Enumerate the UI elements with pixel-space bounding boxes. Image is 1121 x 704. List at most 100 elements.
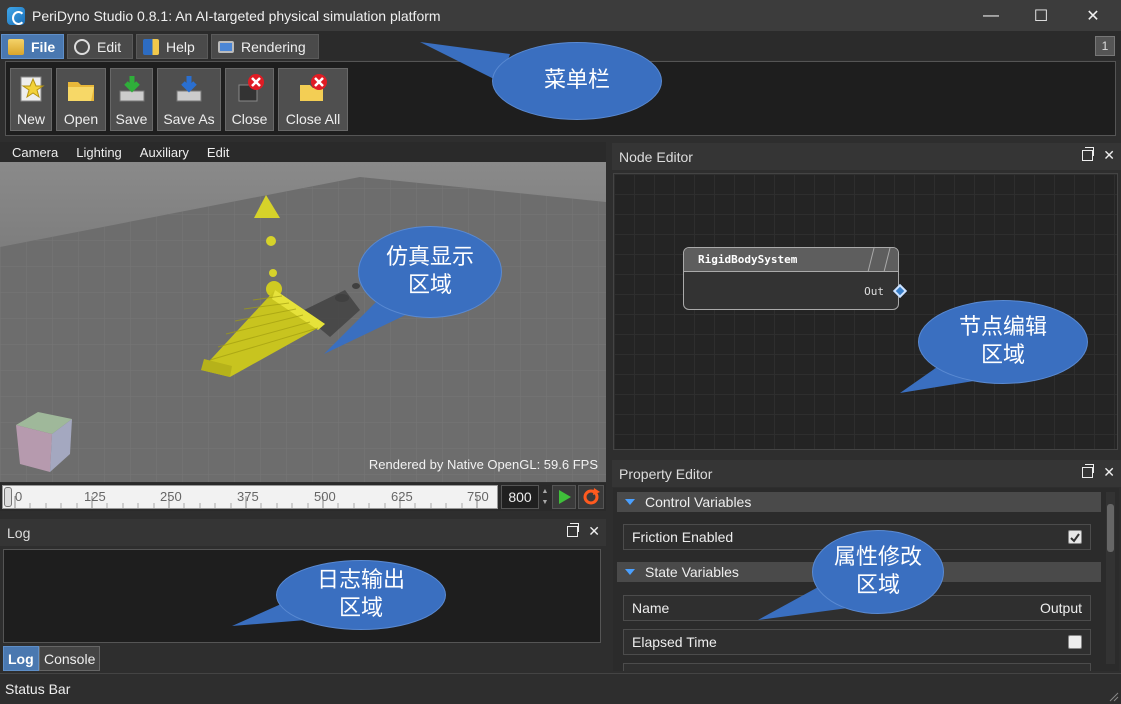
new-button-label: New [16,111,45,127]
node-header: RigidBodySystem [684,248,898,272]
scene-render [0,162,606,482]
book-icon [143,38,159,55]
folder-icon [8,38,24,55]
float-icon[interactable] [1082,147,1095,161]
close-scene-icon [238,74,264,102]
frame-spinner[interactable]: ▲ ▼ [540,486,550,508]
callout-label: 节点编辑 区域 [918,300,1088,384]
property-elapsed-time: Elapsed Time [623,629,1091,655]
callout-property-editor: 属性修改 区域 [756,530,946,622]
tick-label: 625 [391,489,413,504]
app-window: PeriDyno Studio 0.8.1: An AI-targeted ph… [0,0,1121,704]
collapse-arrow-icon [625,499,635,505]
viewport-menu-edit[interactable]: Edit [207,145,229,160]
scroll-thumb[interactable] [1107,504,1114,552]
tab-file-label: File [31,38,56,55]
reset-button[interactable] [578,485,604,509]
rigid-body-system-node[interactable]: RigidBodySystem Out [683,247,908,310]
tab-file[interactable]: File [1,34,64,59]
sphere-object-1 [266,236,276,246]
output-port[interactable] [892,283,908,299]
check-icon [1070,533,1080,543]
tick-label: 250 [160,489,182,504]
total-frames-input[interactable]: 800 [501,485,539,509]
section-label: State Variables [645,564,739,580]
property-label: Name [632,600,670,616]
property-editor-title: Property Editor [619,465,713,482]
close-panel-icon[interactable]: ✕ [1103,464,1115,481]
sphere-object-2 [269,269,277,277]
simulation-viewport[interactable]: Rendered by Native OpenGL: 59.6 FPS [0,162,606,482]
open-folder-icon [68,82,94,101]
friction-enabled-checkbox[interactable] [1068,530,1082,544]
viewport-menu-lighting[interactable]: Lighting [76,145,122,160]
node-editor-title: Node Editor [619,148,693,165]
float-icon[interactable] [567,523,580,537]
save-button[interactable]: Save [110,68,153,131]
close-panel-icon[interactable]: ✕ [1103,147,1115,164]
callout-node-editor: 节点编辑 区域 [898,300,1090,395]
callout-log: 日志输出 区域 [232,560,447,630]
collapse-arrow-icon [625,569,635,575]
property-label: Elapsed Time [632,634,717,650]
save-as-button[interactable]: Save As [157,68,221,131]
open-button-label: Open [63,111,99,127]
property-label: Friction Enabled [632,529,734,545]
timeline-slider[interactable]: 0 125 250 375 500 625 750 [2,485,498,509]
tab-console[interactable]: Console [39,646,101,671]
node-toggle-icon[interactable] [858,248,898,272]
minimize-button[interactable]: — [965,0,1017,31]
section-control-variables[interactable]: Control Variables [617,492,1101,512]
tab-help-label: Help [166,38,195,55]
corner-badge[interactable]: 1 [1095,36,1115,56]
tab-rendering[interactable]: Rendering [211,34,319,59]
callout-line: 区域 [855,573,900,598]
new-scene-icon [20,76,45,102]
save-icon [119,76,144,102]
close-panel-icon[interactable]: ✕ [588,523,600,540]
new-button[interactable]: New [10,68,52,131]
open-button[interactable]: Open [56,68,106,131]
callout-simulation: 仿真显示 区域 [322,226,504,356]
close-all-icon [300,74,327,101]
resize-grip-icon[interactable] [1109,692,1119,702]
viewport-menu-camera[interactable]: Camera [12,145,58,160]
gear-icon [74,38,90,55]
close-all-button[interactable]: Close All [278,68,348,131]
app-logo-icon [7,6,25,25]
status-bar: Status Bar [0,673,1121,704]
tick-label: 0 [15,489,23,504]
close-button-label: Close [231,111,268,127]
float-icon[interactable] [1082,464,1095,478]
callout-line: 日志输出 [316,568,405,593]
title-bar: PeriDyno Studio 0.8.1: An AI-targeted ph… [0,0,1121,31]
close-button[interactable]: Close [225,68,274,131]
callout-line: 区域 [407,273,452,298]
close-window-button[interactable]: ✕ [1067,0,1119,31]
tab-log[interactable]: Log [3,646,39,671]
section-label: Control Variables [645,494,752,510]
tab-edit[interactable]: Edit [67,34,133,59]
name-value-field[interactable]: Output [1040,600,1082,616]
elapsed-time-checkbox[interactable] [1068,635,1082,649]
close-all-button-label: Close All [285,111,341,127]
tick-label: 750 [467,489,489,504]
callout-line: 节点编辑 [958,315,1047,340]
play-button[interactable] [552,485,576,509]
callout-label: 仿真显示 区域 [358,226,502,318]
tab-rendering-label: Rendering [241,38,306,55]
fps-readout: Rendered by Native OpenGL: 59.6 FPS [368,457,598,472]
property-editor-header: Property Editor ✕ [612,460,1121,487]
viewport-menu-auxiliary[interactable]: Auxiliary [140,145,189,160]
property-row-partial [623,663,1091,671]
timeline-handle[interactable] [4,487,12,507]
callout-label: 日志输出 区域 [276,560,446,630]
property-scrollbar[interactable] [1106,492,1115,664]
callout-label: 菜单栏 [492,42,662,120]
window-title: PeriDyno Studio 0.8.1: An AI-targeted ph… [32,7,441,24]
maximize-button[interactable]: ☐ [1015,0,1067,31]
timeline-bar: 0 125 250 375 500 625 750 800 ▲ ▼ [0,483,606,511]
callout-label: 属性修改 区域 [812,530,944,614]
tab-edit-label: Edit [97,38,122,55]
tab-help[interactable]: Help [136,34,208,59]
